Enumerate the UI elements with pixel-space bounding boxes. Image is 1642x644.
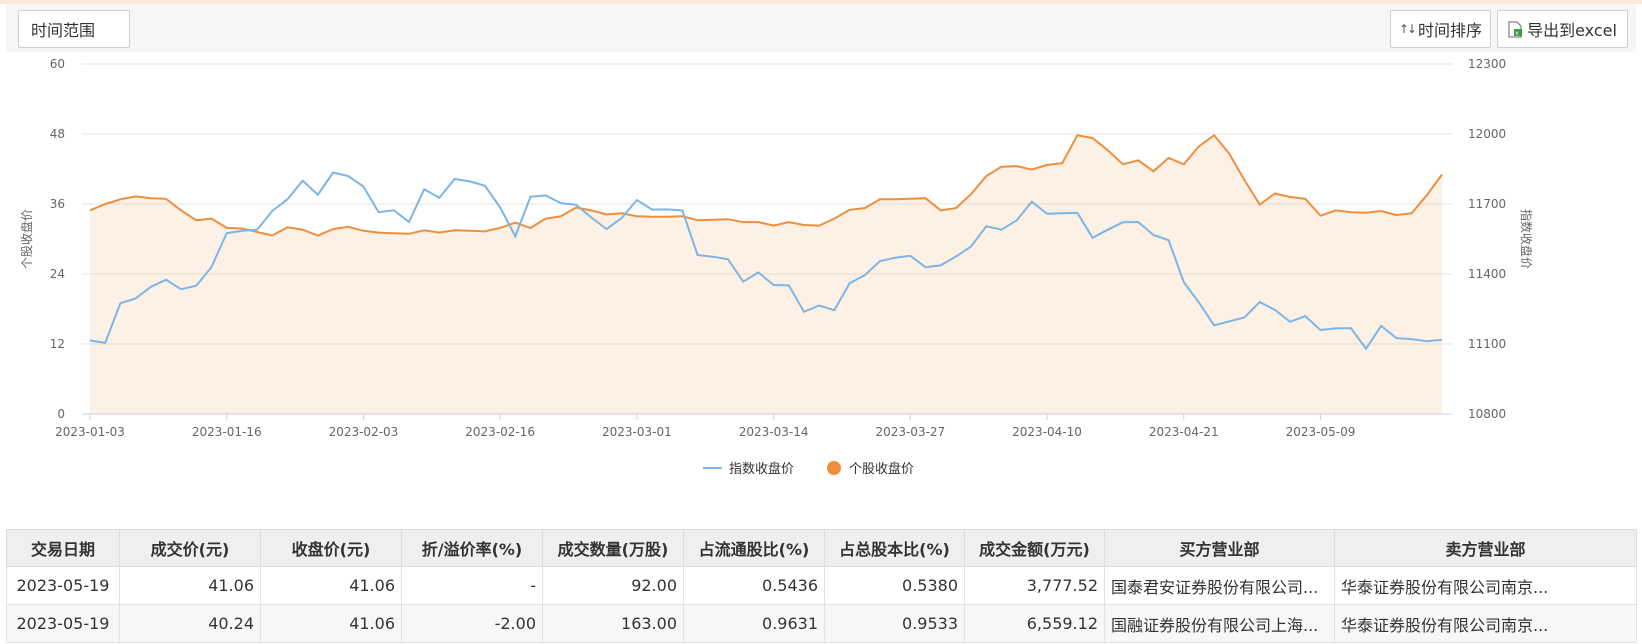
- x-tick-label: 2023-03-01: [602, 425, 672, 439]
- x-tick-label: 2023-03-14: [739, 425, 809, 439]
- header-amount[interactable]: 成交金额(万元): [964, 529, 1105, 567]
- header-premium-rate[interactable]: 折/溢价率(%): [401, 529, 543, 567]
- x-tick-label: 2023-03-27: [875, 425, 945, 439]
- table-header-row: 交易日期 成交价(元) 收盘价(元) 折/溢价率(%) 成交数量(万股) 占流通…: [6, 529, 1637, 567]
- cell-volume: 163.00: [542, 604, 684, 643]
- x-tick-label: 2023-01-03: [55, 425, 125, 439]
- header-buyer[interactable]: 买方营业部: [1104, 529, 1335, 567]
- y-right-tick-label: 11400: [1468, 267, 1506, 281]
- x-tick-label: 2023-04-10: [1012, 425, 1082, 439]
- table-row: 2023-05-19 40.24 41.06 -2.00 163.00 0.96…: [6, 604, 1637, 643]
- y-left-axis-title: 个股收盘价: [19, 209, 34, 269]
- x-tick-label: 2023-02-16: [465, 425, 535, 439]
- y-right-tick-label: 11100: [1468, 337, 1506, 351]
- cell-premium-rate: -2.00: [401, 604, 543, 643]
- y-left-tick-label: 0: [57, 407, 65, 421]
- cell-volume: 92.00: [542, 566, 684, 605]
- header-volume[interactable]: 成交数量(万股): [542, 529, 684, 567]
- cell-float-ratio: 0.9631: [683, 604, 825, 643]
- excel-file-icon: x: [1508, 21, 1523, 38]
- header-float-ratio[interactable]: 占流通股比(%): [683, 529, 825, 567]
- cell-premium-rate: -: [401, 566, 543, 605]
- cell-trade-price: 40.24: [119, 604, 261, 643]
- cell-buyer[interactable]: 国泰君安证券股份有限公司...: [1104, 566, 1335, 605]
- header-seller[interactable]: 卖方营业部: [1334, 529, 1637, 567]
- cell-buyer[interactable]: 国融证券股份有限公司上海...: [1104, 604, 1335, 643]
- cell-total-ratio: 0.9533: [824, 604, 965, 643]
- y-left-tick-label: 24: [50, 267, 65, 281]
- time-range-label: 时间范围: [31, 21, 96, 40]
- cell-trade-price: 41.06: [119, 566, 261, 605]
- y-right-tick-label: 11700: [1468, 197, 1506, 211]
- x-tick-label: 2023-05-09: [1286, 425, 1356, 439]
- y-right-tick-label: 12000: [1468, 127, 1506, 141]
- legend-stock-label: 个股收盘价: [849, 461, 914, 477]
- y-left-tick-label: 48: [50, 127, 65, 141]
- y-right-axis-title: 指数收盘价: [1519, 209, 1534, 269]
- table-row: 2023-05-19 41.06 41.06 - 92.00 0.5436 0.…: [6, 566, 1637, 605]
- cell-close-price: 41.06: [260, 604, 402, 643]
- cell-trade-date: 2023-05-19: [6, 604, 120, 643]
- y-left-tick-label: 36: [50, 197, 65, 211]
- y-left-tick-label: 60: [50, 57, 65, 71]
- y-right-tick-label: 10800: [1468, 407, 1506, 421]
- cell-seller[interactable]: 华泰证券股份有限公司南京...: [1334, 566, 1637, 605]
- sort-arrows-icon: ↑↓: [1398, 22, 1417, 36]
- svg-text:x: x: [1515, 30, 1519, 37]
- cell-amount: 3,777.52: [964, 566, 1105, 605]
- header-close-price[interactable]: 收盘价(元): [260, 529, 402, 567]
- cell-trade-date: 2023-05-19: [6, 566, 120, 605]
- y-right-tick-label: 12300: [1468, 57, 1506, 71]
- x-tick-label: 2023-02-03: [329, 425, 399, 439]
- legend-stock-swatch: [827, 461, 841, 475]
- cell-float-ratio: 0.5436: [683, 566, 825, 605]
- header-trade-price[interactable]: 成交价(元): [119, 529, 261, 567]
- time-sort-label: 时间排序: [1418, 21, 1483, 40]
- cell-close-price: 41.06: [260, 566, 402, 605]
- y-left-tick-label: 12: [50, 337, 65, 351]
- cell-amount: 6,559.12: [964, 604, 1105, 643]
- cell-total-ratio: 0.5380: [824, 566, 965, 605]
- legend-index-label: 指数收盘价: [729, 461, 794, 477]
- cell-seller[interactable]: 华泰证券股份有限公司南京...: [1334, 604, 1637, 643]
- header-total-ratio[interactable]: 占总股本比(%): [824, 529, 965, 567]
- price-chart: 0 12 24 36 48 60 10800 11100 11400 11700 12000 1230…: [19, 57, 1534, 477]
- x-tick-label: 2023-01-16: [192, 425, 262, 439]
- time-range-button[interactable]: 时间范围: [18, 10, 130, 48]
- stock-price-area: [90, 135, 1442, 414]
- time-sort-button[interactable]: ↑↓ 时间排序: [1390, 10, 1491, 48]
- block-trade-table: 交易日期 成交价(元) 收盘价(元) 折/溢价率(%) 成交数量(万股) 占流通…: [6, 529, 1637, 643]
- header-trade-date[interactable]: 交易日期: [6, 529, 120, 567]
- export-excel-label: 导出到excel: [1527, 21, 1617, 40]
- export-excel-button[interactable]: x 导出到excel: [1497, 10, 1628, 48]
- x-tick-label: 2023-04-21: [1149, 425, 1219, 439]
